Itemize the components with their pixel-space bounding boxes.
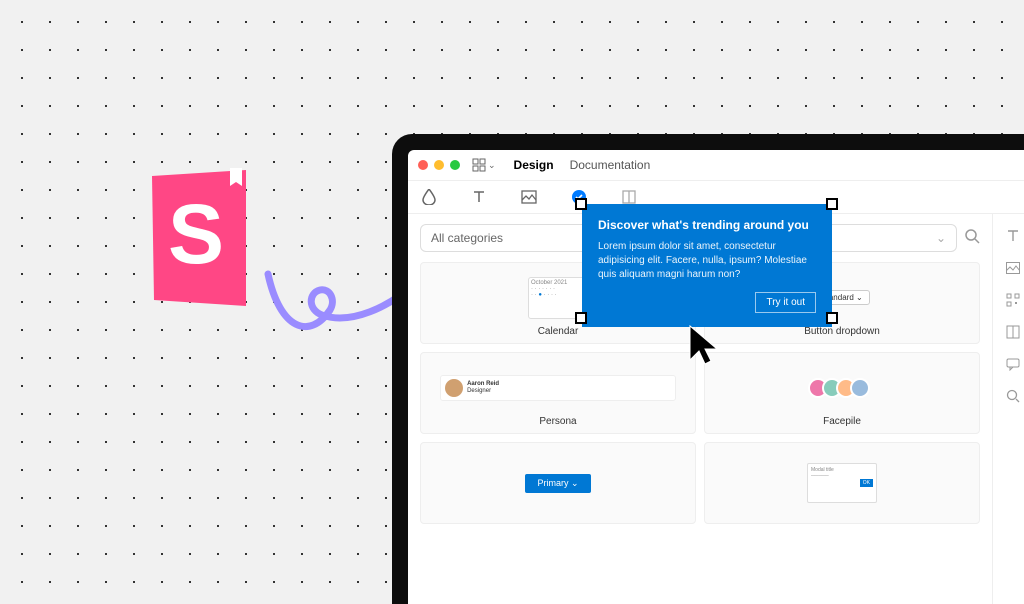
image-panel-icon[interactable] [1005, 260, 1021, 276]
category-select-label: All categories [431, 231, 503, 245]
card-persona[interactable]: Aaron ReidDesigner Persona [420, 352, 696, 434]
selection-handle-tl[interactable] [575, 198, 587, 210]
cursor-icon [688, 324, 724, 366]
try-it-out-button[interactable]: Try it out [755, 292, 816, 313]
comment-icon[interactable] [1005, 356, 1021, 372]
side-rail [992, 214, 1024, 604]
selection-handle-bl[interactable] [575, 312, 587, 324]
close-icon[interactable] [418, 160, 428, 170]
titlebar: ⌄ Design Documentation [408, 150, 1024, 180]
selection-handle-br[interactable] [826, 312, 838, 324]
card-label: Persona [539, 416, 576, 427]
traffic-lights[interactable] [418, 160, 460, 170]
card-label: Facepile [823, 416, 861, 427]
grid-menu-icon[interactable]: ⌄ [472, 158, 496, 172]
svg-text:S: S [168, 187, 224, 281]
search-icon[interactable] [965, 229, 980, 247]
card-label: Button dropdown [804, 326, 880, 337]
tab-documentation[interactable]: Documentation [570, 158, 651, 172]
modal-thumb: Modal title─────OK [807, 463, 877, 503]
selection-handle-tr[interactable] [826, 198, 838, 210]
text-tool-icon[interactable] [470, 188, 488, 206]
chevron-down-icon: ⌄ [936, 231, 946, 245]
text-panel-icon[interactable] [1005, 228, 1021, 244]
drop-tool-icon[interactable] [420, 188, 438, 206]
promo-callout[interactable]: Discover what's trending around you Lore… [582, 204, 832, 327]
primary-button-thumb: Primary ⌄ [525, 474, 590, 493]
search-panel-icon[interactable] [1005, 388, 1021, 404]
titlebar-tabs: Design Documentation [514, 158, 651, 172]
qr-icon[interactable] [1005, 292, 1021, 308]
minimize-icon[interactable] [434, 160, 444, 170]
card-facepile[interactable]: Facepile [704, 352, 980, 434]
callout-title: Discover what's trending around you [598, 218, 816, 232]
facepile-thumb [814, 378, 870, 398]
tab-design[interactable]: Design [514, 158, 554, 172]
maximize-icon[interactable] [450, 160, 460, 170]
image-tool-icon[interactable] [520, 188, 538, 206]
callout-body: Lorem ipsum dolor sit amet, consectetur … [598, 240, 816, 282]
layout-panel-icon[interactable] [1005, 324, 1021, 340]
storybook-logo: S [146, 168, 258, 308]
card-label: Calendar [538, 326, 579, 337]
persona-thumb: Aaron ReidDesigner [440, 375, 676, 401]
